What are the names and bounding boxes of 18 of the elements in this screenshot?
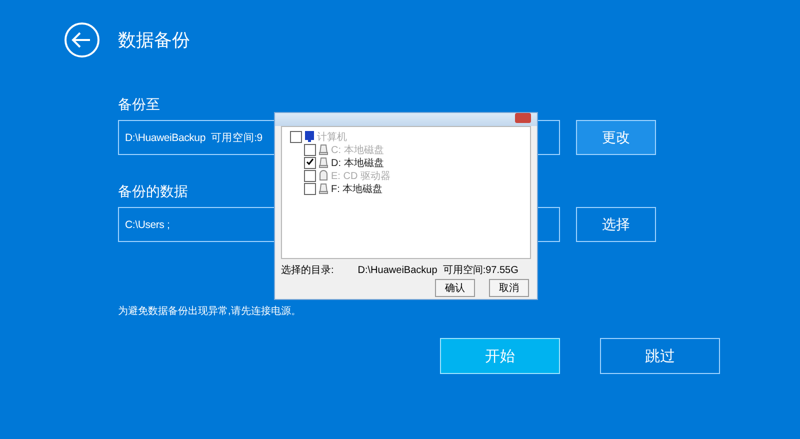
page-title: 数据备份 [118, 29, 190, 52]
confirm-button[interactable]: 确认 [435, 279, 475, 297]
selected-dir-label: 选择的目录: [281, 264, 334, 277]
cd-drive-icon [319, 170, 328, 181]
cancel-button[interactable]: 取消 [489, 279, 529, 297]
drive-icon [319, 157, 328, 168]
change-button[interactable]: 更改 [576, 120, 656, 155]
backup-data-label: 备份的数据 [118, 183, 188, 201]
drive-icon [319, 144, 328, 155]
select-button[interactable]: 选择 [576, 207, 656, 242]
drive-icon [319, 183, 328, 194]
start-button[interactable]: 开始 [440, 338, 560, 374]
computer-icon [305, 131, 314, 142]
back-icon[interactable] [64, 22, 100, 58]
skip-button[interactable]: 跳过 [600, 338, 720, 374]
backup-to-label: 备份至 [118, 96, 160, 114]
selected-dir-value: D:\HuaweiBackup 可用空间:97.55G [358, 264, 518, 277]
notice-text: 为避免数据备份出现异常,请先连接电源。 [118, 304, 302, 318]
